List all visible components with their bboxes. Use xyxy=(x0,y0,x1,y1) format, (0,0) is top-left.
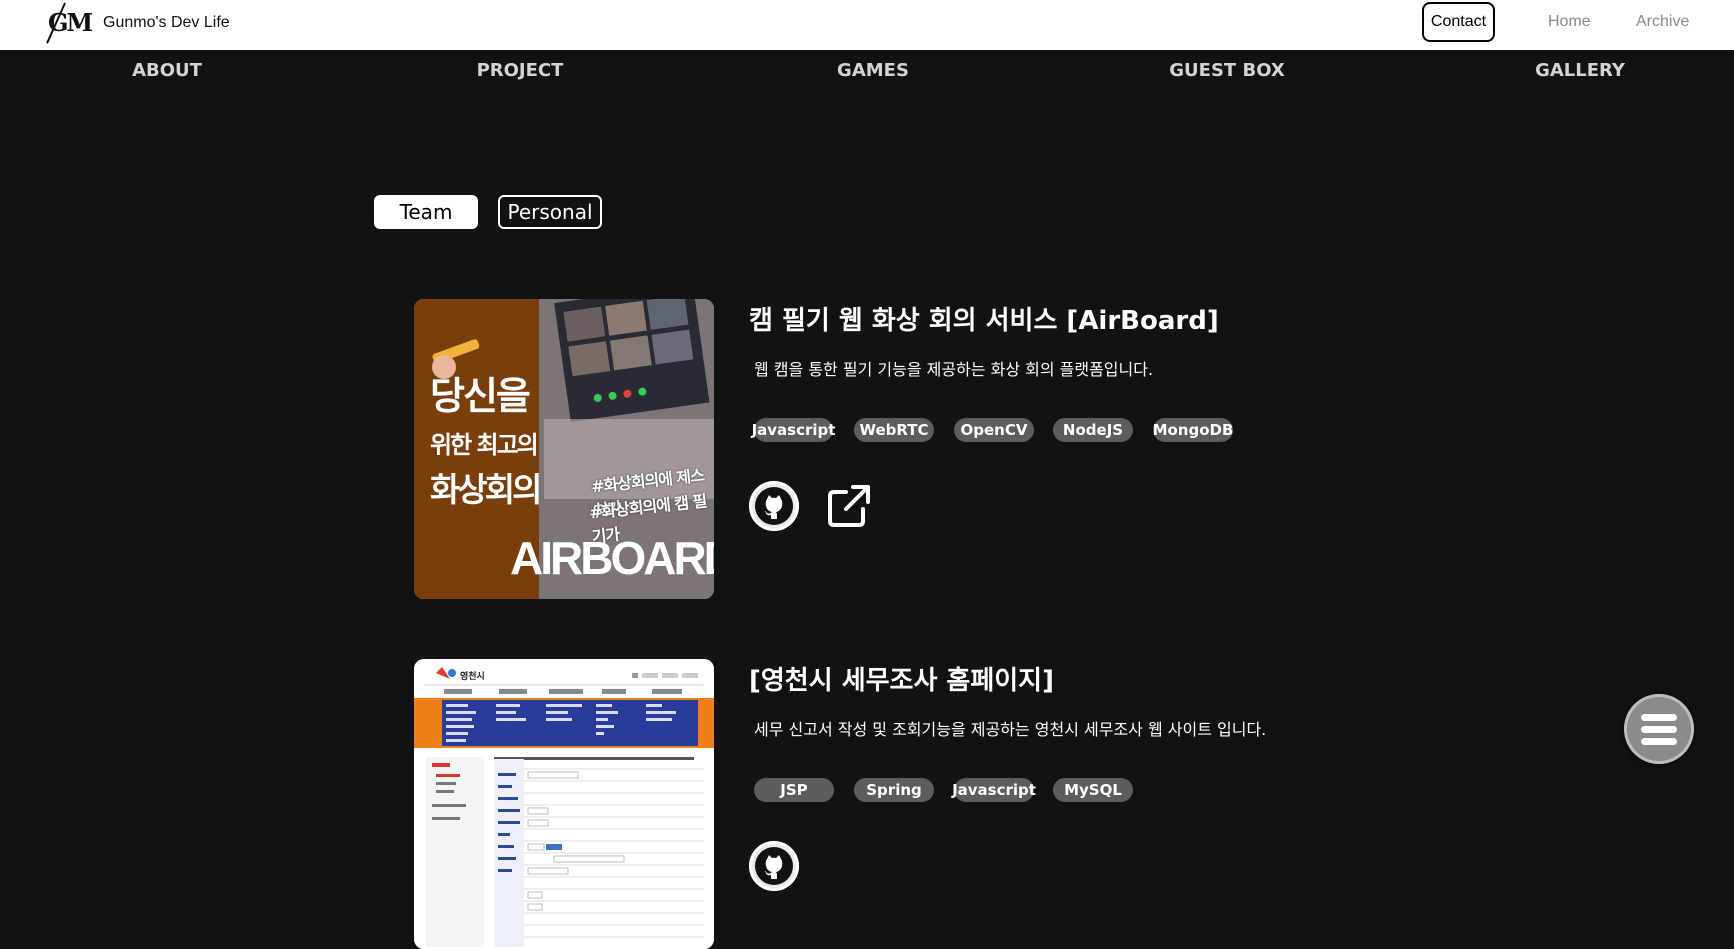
site-title[interactable]: Gunmo's Dev Life xyxy=(103,14,230,32)
external-link-button[interactable] xyxy=(826,483,872,529)
home-link[interactable]: Home xyxy=(1548,13,1591,31)
site-logo[interactable]: GM xyxy=(46,2,93,45)
thumb-line2: 위한 최고의 xyxy=(430,431,539,459)
github-link-button[interactable] xyxy=(749,481,799,531)
project-thumbnail-airboard[interactable]: 당신을 위한 최고의 화상회의 #화상회의에 제스처가 #화상회의에 캠 필기가… xyxy=(414,299,714,599)
project-description: 세무 신고서 작성 및 조회기능을 제공하는 영천시 세무조사 웹 사이트 입니… xyxy=(754,720,1267,739)
yeongcheon-thumbnail-art xyxy=(414,659,714,949)
hamburger-bar xyxy=(1641,738,1677,745)
thumb-brand: AIRBOARD xyxy=(510,532,714,584)
tag: Javascript xyxy=(952,778,1036,802)
github-icon xyxy=(755,847,793,885)
main-nav: ABOUT PROJECT GAMES GUEST BOX GALLERY xyxy=(0,52,1734,92)
thumb-line3: 화상회의 xyxy=(430,470,542,509)
archive-link[interactable]: Archive xyxy=(1636,13,1689,31)
project-thumbnail-yeongcheon[interactable]: 영천시 xyxy=(414,659,714,949)
thumb-line1: 당신을 xyxy=(430,374,531,418)
nav-item-project[interactable]: PROJECT xyxy=(477,60,564,81)
external-link-icon xyxy=(828,485,870,527)
github-icon xyxy=(755,487,793,525)
tag: NodeJS xyxy=(1053,418,1133,442)
nav-item-about[interactable]: ABOUT xyxy=(132,60,202,81)
team-filter-button[interactable]: Team xyxy=(374,195,478,229)
tag: OpenCV xyxy=(954,418,1034,442)
nav-item-guest-box[interactable]: GUEST BOX xyxy=(1169,60,1284,81)
nav-item-gallery[interactable]: GALLERY xyxy=(1535,60,1625,81)
tag: WebRTC xyxy=(854,418,934,442)
tag: Javascript xyxy=(752,418,835,442)
top-header: GM Gunmo's Dev Life Contact Home Archive xyxy=(0,0,1734,50)
tag: MongoDB xyxy=(1153,418,1233,442)
tag: JSP xyxy=(754,778,834,802)
project-title[interactable]: [영천시 세무조사 홈페이지] xyxy=(749,660,1054,697)
project-description: 웹 캠을 통한 필기 기능을 제공하는 화상 회의 플랫폼입니다. xyxy=(754,360,1154,379)
thumb-site-logo: 영천시 xyxy=(460,672,485,682)
contact-button[interactable]: Contact xyxy=(1422,2,1495,42)
tag: Spring xyxy=(854,778,934,802)
project-title[interactable]: 캠 필기 웹 화상 회의 서비스 [AirBoard] xyxy=(749,300,1219,337)
hamburger-menu-icon xyxy=(1641,714,1677,721)
floating-menu-button[interactable] xyxy=(1624,694,1694,764)
personal-filter-button[interactable]: Personal xyxy=(498,195,602,229)
hamburger-bar xyxy=(1641,726,1677,733)
nav-item-games[interactable]: GAMES xyxy=(837,60,909,81)
tag: MySQL xyxy=(1053,778,1133,802)
github-link-button[interactable] xyxy=(749,841,799,891)
